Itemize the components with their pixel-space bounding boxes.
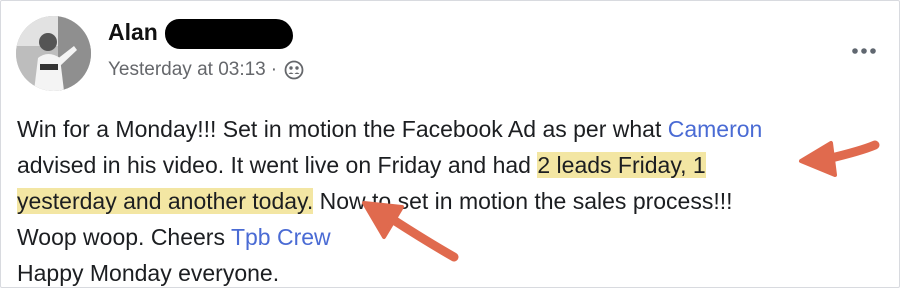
- post-text-segment: Woop woop. Cheers: [17, 224, 231, 250]
- mention-tpb-crew-link[interactable]: Tpb Crew: [231, 224, 331, 250]
- post-line-5: Happy Monday everyone.: [17, 255, 279, 291]
- post-timestamp[interactable]: Yesterday at 03:13: [108, 59, 266, 81]
- highlighted-text: 2 leads Friday, 1: [537, 152, 706, 178]
- post-text-segment: Happy Monday everyone.: [17, 260, 280, 286]
- highlighted-text: yesterday and another today.: [17, 188, 314, 214]
- redacted-surname: [165, 19, 293, 49]
- post-text-segment: advised in his video. It went live on Fr…: [17, 152, 538, 178]
- avatar[interactable]: [16, 16, 91, 91]
- post-meta: Yesterday at 03:13 ·: [108, 59, 304, 81]
- mention-cameron-link[interactable]: Cameron: [668, 116, 763, 142]
- friends-icon[interactable]: [284, 60, 304, 80]
- annotation-arrow-icon: [362, 201, 459, 262]
- more-options-icon[interactable]: [844, 39, 884, 63]
- post-line-2: advised in his video. It went live on Fr…: [17, 147, 706, 183]
- post-card: Alan Yesterday at 03:13 · Win for a Mond…: [0, 0, 900, 288]
- author-name[interactable]: Alan: [108, 19, 158, 46]
- post-line-1: Win for a Monday!!! Set in motion the Fa…: [17, 111, 762, 147]
- post-line-4: Woop woop. Cheers Tpb Crew: [17, 219, 331, 255]
- meta-separator: ·: [270, 59, 278, 80]
- annotation-arrow-icon: [799, 140, 880, 177]
- post-text-segment: Win for a Monday!!! Set in motion the Fa…: [17, 116, 668, 142]
- avatar-photo: [16, 16, 91, 91]
